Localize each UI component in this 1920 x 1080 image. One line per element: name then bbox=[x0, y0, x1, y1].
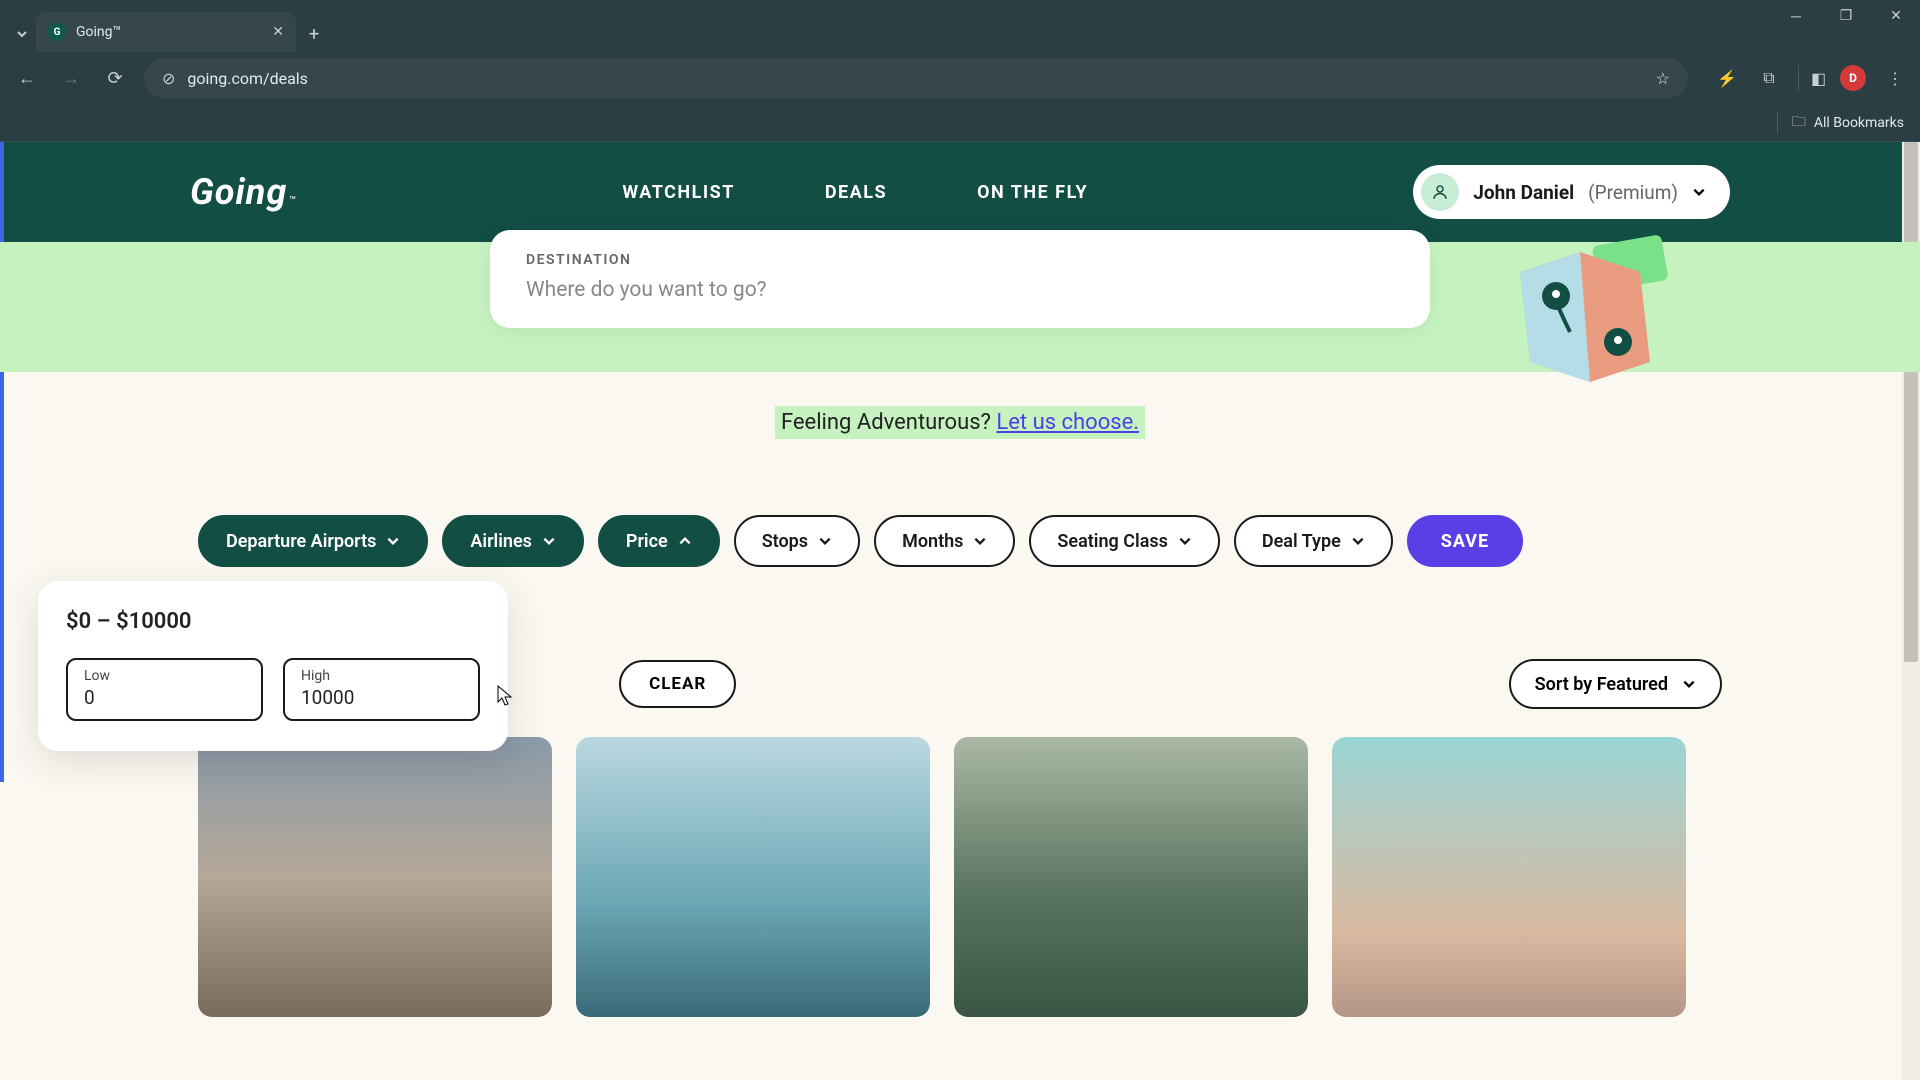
clear-filters-button[interactable]: CLEAR bbox=[619, 660, 736, 708]
new-tab-button[interactable]: + bbox=[296, 16, 332, 52]
close-window-icon[interactable]: ✕ bbox=[1880, 8, 1912, 25]
maximize-icon[interactable]: ❐ bbox=[1830, 8, 1862, 25]
url-text: going.com/deals bbox=[187, 69, 308, 88]
address-bar[interactable]: ⊘ going.com/deals ☆ bbox=[144, 58, 1688, 98]
filter-stops[interactable]: Stops bbox=[734, 515, 860, 567]
user-avatar-icon bbox=[1421, 173, 1459, 211]
back-button[interactable]: ← bbox=[12, 63, 42, 93]
tab-dropdown-button[interactable] bbox=[8, 16, 36, 52]
deal-card[interactable] bbox=[1332, 737, 1686, 1017]
filter-departure-airports[interactable]: Departure Airports bbox=[198, 515, 428, 567]
filter-months[interactable]: Months bbox=[874, 515, 1015, 567]
extensions-icon[interactable]: ⧉ bbox=[1756, 65, 1782, 91]
extension-icon-1[interactable]: ⚡ bbox=[1714, 65, 1740, 91]
chevron-down-icon bbox=[1682, 677, 1696, 691]
price-low-field[interactable]: Low bbox=[66, 658, 263, 721]
chevron-down-icon bbox=[973, 534, 987, 548]
deal-card[interactable] bbox=[954, 737, 1308, 1017]
deal-card[interactable] bbox=[576, 737, 930, 1017]
let-us-choose-link[interactable]: Let us choose. bbox=[996, 410, 1139, 435]
chrome-menu-icon[interactable]: ⋮ bbox=[1882, 65, 1908, 91]
user-name: John Daniel bbox=[1473, 181, 1574, 204]
price-popover: $0 – $10000 Low High bbox=[38, 581, 508, 751]
chevron-down-icon bbox=[1692, 185, 1706, 199]
filter-price[interactable]: Price bbox=[598, 515, 720, 567]
chevron-down-icon bbox=[1178, 534, 1192, 548]
site-header: Going™ WATCHLIST DEALS ON THE FLY John D… bbox=[0, 142, 1920, 242]
minimize-icon[interactable]: ─ bbox=[1780, 8, 1812, 25]
nav-watchlist[interactable]: WATCHLIST bbox=[622, 182, 735, 203]
folder-icon: 🗀 bbox=[1792, 111, 1806, 135]
close-tab-icon[interactable]: ✕ bbox=[272, 24, 284, 40]
destination-input[interactable]: Where do you want to go? bbox=[526, 278, 1394, 302]
save-filters-button[interactable]: SAVE bbox=[1407, 515, 1523, 567]
page-accent-bar bbox=[0, 142, 4, 782]
nav-on-the-fly[interactable]: ON THE FLY bbox=[977, 182, 1088, 203]
bookmark-star-icon[interactable]: ☆ bbox=[1656, 69, 1670, 88]
user-tier: (Premium) bbox=[1588, 181, 1678, 204]
price-high-field[interactable]: High bbox=[283, 658, 480, 721]
going-logo[interactable]: Going™ bbox=[190, 171, 297, 213]
price-range-label: $0 – $10000 bbox=[66, 609, 480, 634]
tab-title: Going™ bbox=[76, 24, 262, 40]
adventurous-prompt: Feeling Adventurous? Let us choose. bbox=[0, 410, 1920, 435]
user-menu-button[interactable]: John Daniel (Premium) bbox=[1413, 165, 1730, 219]
chevron-down-icon bbox=[386, 534, 400, 548]
filter-seating-class[interactable]: Seating Class bbox=[1029, 515, 1219, 567]
chevron-down-icon bbox=[818, 534, 832, 548]
destination-label: DESTINATION bbox=[526, 252, 1394, 268]
sort-button[interactable]: Sort by Featured bbox=[1509, 659, 1722, 709]
map-illustration bbox=[1500, 232, 1680, 402]
price-low-input[interactable] bbox=[84, 686, 245, 709]
deal-card[interactable] bbox=[198, 737, 552, 1017]
price-high-input[interactable] bbox=[301, 686, 462, 709]
forward-button[interactable]: → bbox=[56, 63, 86, 93]
site-info-icon[interactable]: ⊘ bbox=[162, 69, 175, 88]
filters-row: Departure Airports Airlines Price Stops … bbox=[0, 515, 1920, 567]
sidepanel-icon[interactable]: ◧ bbox=[1798, 65, 1824, 91]
browser-tab[interactable]: G Going™ ✕ bbox=[36, 12, 296, 52]
chevron-down-icon bbox=[542, 534, 556, 548]
scrollbar-thumb[interactable] bbox=[1904, 142, 1918, 662]
destination-search-card[interactable]: DESTINATION Where do you want to go? bbox=[490, 230, 1430, 328]
profile-avatar[interactable]: D bbox=[1840, 65, 1866, 91]
tab-favicon: G bbox=[48, 23, 66, 41]
filter-deal-type[interactable]: Deal Type bbox=[1234, 515, 1393, 567]
deal-cards-grid bbox=[0, 737, 1920, 1017]
mouse-cursor bbox=[497, 685, 513, 711]
chevron-up-icon bbox=[678, 534, 692, 548]
filter-airlines[interactable]: Airlines bbox=[442, 515, 584, 567]
all-bookmarks-button[interactable]: 🗀 All Bookmarks bbox=[1792, 111, 1904, 135]
hero-banner: DESTINATION Where do you want to go? bbox=[0, 242, 1920, 372]
chevron-down-icon bbox=[1351, 534, 1365, 548]
bookmarks-separator bbox=[1777, 112, 1778, 134]
nav-deals[interactable]: DEALS bbox=[825, 182, 887, 203]
reload-button[interactable]: ⟳ bbox=[100, 63, 130, 93]
